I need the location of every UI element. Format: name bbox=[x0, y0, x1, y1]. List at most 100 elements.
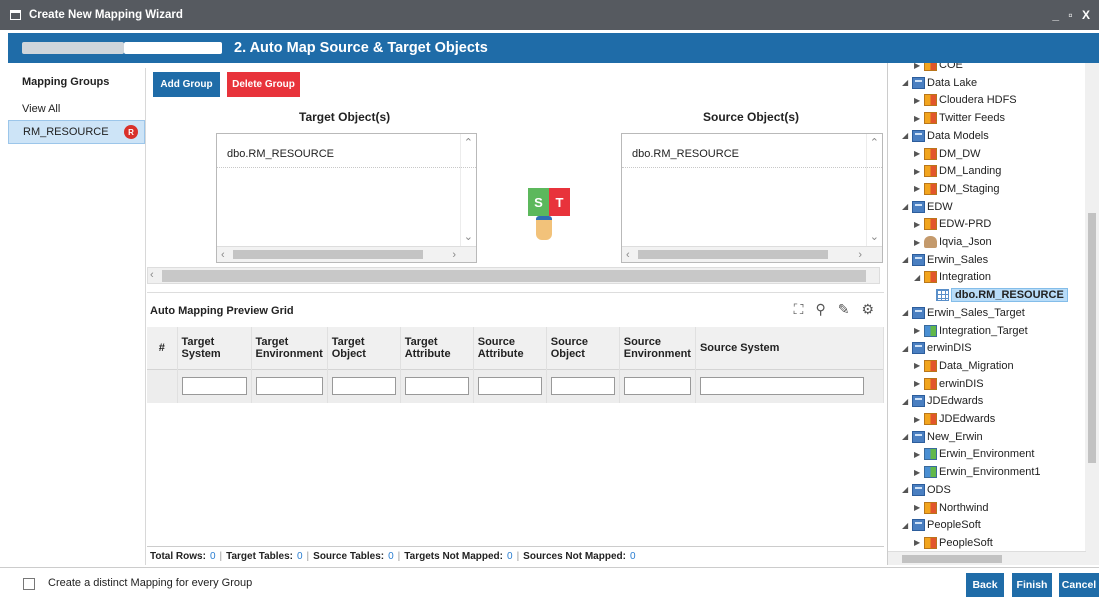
collapse-icon[interactable]: ◢ bbox=[902, 397, 912, 406]
tree-hscroll[interactable] bbox=[888, 551, 1086, 565]
expand-icon[interactable]: ▶ bbox=[914, 238, 924, 247]
target-objects-list[interactable]: dbo.RM_RESOURCE ⌃ ⌄ ‹ › bbox=[216, 133, 477, 263]
tree-node[interactable]: ◢ Erwin_Sales_Target bbox=[902, 304, 1025, 322]
tree-node[interactable]: ◢ JDEdwards bbox=[902, 392, 983, 410]
tree-node[interactable]: ▶ Erwin_Environment1 bbox=[914, 463, 1041, 481]
tree-node[interactable]: ◢ New_Erwin bbox=[902, 428, 983, 446]
tree-node[interactable]: ◢ Data Lake bbox=[902, 74, 977, 92]
tree-node[interactable]: ◢ Integration bbox=[914, 268, 991, 286]
pin-icon[interactable]: ✎ bbox=[838, 301, 850, 318]
expand-icon[interactable]: ▶ bbox=[914, 415, 924, 424]
clear-filter-icon[interactable]: ⚲ bbox=[815, 301, 825, 318]
chevron-up-icon[interactable]: ⌃ bbox=[464, 136, 473, 149]
tree-node[interactable]: ▶ erwinDIS bbox=[914, 375, 984, 393]
distinct-mapping-checkbox[interactable] bbox=[23, 578, 35, 590]
source-object-item[interactable]: dbo.RM_RESOURCE bbox=[622, 134, 882, 168]
auto-map-icon[interactable]: S T bbox=[528, 188, 570, 244]
expand-icon[interactable]: ▶ bbox=[914, 167, 924, 176]
expand-icon[interactable]: ▶ bbox=[914, 63, 924, 70]
delete-group-button[interactable]: Delete Group bbox=[227, 72, 300, 97]
expand-icon[interactable]: ▶ bbox=[914, 96, 924, 105]
tree-node[interactable]: ▶ DM_Staging bbox=[914, 180, 1000, 198]
group-item-rm-resource[interactable]: RM_RESOURCE R bbox=[8, 120, 145, 144]
window-controls[interactable]: _ ▫ X bbox=[1052, 8, 1093, 22]
filter-target-system-input[interactable] bbox=[181, 377, 247, 396]
col-header-source-environment[interactable]: Source Environment bbox=[619, 327, 696, 369]
expand-icon[interactable]: ▶ bbox=[914, 114, 924, 123]
tree-node[interactable]: ▶ DM_Landing bbox=[914, 162, 1001, 180]
tree-node[interactable]: ▶ JDEdwards bbox=[914, 410, 995, 428]
collapse-icon[interactable]: ◢ bbox=[902, 202, 912, 211]
tree-node[interactable]: ▶ Twitter Feeds bbox=[914, 109, 1005, 127]
collapse-icon[interactable]: ◢ bbox=[902, 308, 912, 317]
collapse-icon[interactable]: ◢ bbox=[902, 432, 912, 441]
filter-target-object-input[interactable] bbox=[331, 377, 396, 396]
chevron-up-icon[interactable]: ⌃ bbox=[870, 136, 879, 149]
tree-node[interactable]: ▶ Data_Migration bbox=[914, 357, 1014, 375]
col-header-source-object[interactable]: Source Object bbox=[546, 327, 620, 369]
collapse-icon[interactable]: ◢ bbox=[902, 521, 912, 530]
tree-node[interactable]: ◢ Erwin_Sales bbox=[902, 251, 988, 269]
col-header-target-environment[interactable]: Target Environment bbox=[251, 327, 328, 369]
tree-node[interactable]: ▶ COE bbox=[914, 63, 963, 74]
filter-source-object-input[interactable] bbox=[550, 377, 615, 396]
tree-node[interactable]: ▶ Integration_Target bbox=[914, 322, 1028, 340]
expand-icon[interactable]: ▶ bbox=[914, 503, 924, 512]
col-header-number[interactable]: # bbox=[147, 327, 178, 369]
expand-icon[interactable]: ▶ bbox=[914, 468, 924, 477]
tree-node[interactable]: ◢ PeopleSoft bbox=[902, 516, 981, 534]
collapse-icon[interactable]: ◢ bbox=[902, 255, 912, 264]
collapse-icon[interactable]: ◢ bbox=[902, 344, 912, 353]
expand-icon[interactable]: ▶ bbox=[914, 450, 924, 459]
cancel-button[interactable]: Cancel bbox=[1059, 573, 1099, 597]
filter-source-environment-input[interactable] bbox=[623, 377, 691, 396]
tree-node[interactable]: ▶ Cloudera HDFS bbox=[914, 91, 1017, 109]
tree-node[interactable]: ◢ erwinDIS bbox=[902, 339, 972, 357]
collapse-icon[interactable]: ◢ bbox=[902, 485, 912, 494]
tree-node[interactable]: ▶ PeopleSoft bbox=[914, 534, 993, 552]
expand-icon[interactable]: ▶ bbox=[914, 361, 924, 370]
source-list-hscroll[interactable] bbox=[622, 246, 882, 262]
add-group-button[interactable]: Add Group bbox=[153, 72, 220, 97]
chevron-right-icon[interactable]: › bbox=[452, 249, 456, 261]
collapse-icon[interactable]: ◢ bbox=[902, 131, 912, 140]
tree-node[interactable]: ▶ Iqvia_Json bbox=[914, 233, 992, 251]
tree-node[interactable]: ◢ EDW bbox=[902, 198, 953, 216]
tree-node[interactable]: ▶ Northwind bbox=[914, 499, 989, 517]
filter-target-environment-input[interactable] bbox=[255, 377, 323, 396]
chevron-left-icon[interactable]: ‹ bbox=[626, 249, 630, 261]
tree-node[interactable]: dbo.RM_RESOURCE bbox=[926, 286, 1068, 304]
col-header-source-attribute[interactable]: Source Attribute bbox=[473, 327, 547, 369]
expand-icon[interactable]: ▶ bbox=[914, 184, 924, 193]
back-button[interactable]: Back bbox=[966, 573, 1004, 597]
collapse-icon[interactable]: ◢ bbox=[914, 273, 924, 282]
expand-icon[interactable]: ▶ bbox=[914, 220, 924, 229]
filter-target-attribute-input[interactable] bbox=[404, 377, 469, 396]
tree-node[interactable]: ◢ ODS bbox=[902, 481, 951, 499]
expand-icon[interactable]: ▶ bbox=[914, 326, 924, 335]
tree-node[interactable]: ▶ Erwin_Environment bbox=[914, 445, 1034, 463]
view-all-item[interactable]: View All bbox=[8, 96, 145, 120]
tree-vscroll[interactable] bbox=[1085, 63, 1099, 565]
finish-button[interactable]: Finish bbox=[1012, 573, 1052, 597]
filter-source-attribute-input[interactable] bbox=[477, 377, 542, 396]
target-object-item[interactable]: dbo.RM_RESOURCE bbox=[217, 134, 476, 168]
objects-hscroll[interactable]: ‹ bbox=[147, 267, 880, 284]
chevron-down-icon[interactable]: ⌄ bbox=[464, 230, 473, 243]
chevron-right-icon[interactable]: › bbox=[858, 249, 862, 261]
expand-icon[interactable]: ▶ bbox=[914, 538, 924, 547]
collapse-icon[interactable]: ◢ bbox=[902, 78, 912, 87]
col-header-target-attribute[interactable]: Target Attribute bbox=[400, 327, 474, 369]
col-header-source-system[interactable]: Source System bbox=[695, 327, 885, 369]
column-chooser-icon[interactable]: ⚙ bbox=[861, 301, 874, 318]
environment-tree[interactable]: ▶ PeopleSoft ◢ PeopleSoft ▶ Northwind ◢ ODS ▶ Erw… bbox=[887, 63, 1099, 565]
tree-node[interactable]: ◢ Data Models bbox=[902, 127, 989, 145]
chevron-left-icon[interactable]: ‹ bbox=[150, 269, 154, 281]
expand-icon[interactable]: ▶ bbox=[914, 149, 924, 158]
chevron-down-icon[interactable]: ⌄ bbox=[870, 230, 879, 243]
col-header-target-system[interactable]: Target System bbox=[177, 327, 252, 369]
chevron-left-icon[interactable]: ‹ bbox=[221, 249, 225, 261]
tree-node[interactable]: ▶ DM_DW bbox=[914, 145, 981, 163]
tree-node[interactable]: ▶ EDW-PRD bbox=[914, 215, 991, 233]
col-header-target-object[interactable]: Target Object bbox=[327, 327, 401, 369]
